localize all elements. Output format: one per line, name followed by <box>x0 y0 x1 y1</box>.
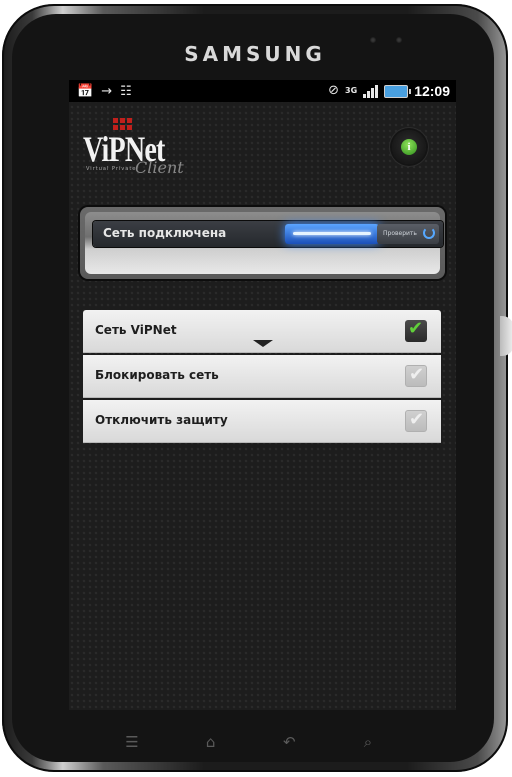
hardware-nav-bar: ☰ ⌂ ↶ ⌕ <box>120 730 380 754</box>
network-3g-icon: 3G <box>345 86 358 95</box>
check-icon: ✔ <box>409 364 425 385</box>
check-connection-label: Проверить <box>383 230 417 237</box>
usb-icon: → <box>101 84 113 99</box>
setting-label: Блокировать сеть <box>95 368 219 382</box>
logo-subtext: Virtual Private <box>86 166 137 172</box>
check-icon: ✔ <box>408 318 424 339</box>
expand-arrow-icon[interactable] <box>253 340 273 347</box>
vipnet-logo: ViPNet Virtual Private Client <box>83 118 193 178</box>
status-bar: 📅 → ☷ ⊘ 3G 12:09 <box>69 80 456 102</box>
setting-label: Отключить защиту <box>95 413 228 427</box>
debug-icon: ☷ <box>120 84 132 99</box>
menu-icon[interactable]: ☰ <box>120 733 144 751</box>
connection-panel-inner: Сеть подключена Проверить <box>85 212 443 274</box>
refresh-icon <box>423 227 435 239</box>
side-button <box>500 316 512 356</box>
connection-panel: Сеть подключена Проверить <box>80 207 445 279</box>
setting-disable-protection[interactable]: Отключить защиту ✔ <box>83 400 441 443</box>
setting-vipnet-network[interactable]: Сеть ViPNet ✔ <box>83 310 441 353</box>
back-icon[interactable]: ↶ <box>277 733 301 751</box>
home-icon[interactable]: ⌂ <box>199 733 223 751</box>
battery-icon <box>384 84 412 98</box>
check-icon: ✔ <box>409 409 425 430</box>
search-icon[interactable]: ⌕ <box>356 733 380 751</box>
info-button[interactable]: i <box>392 130 426 164</box>
logo-client-text: Client <box>135 158 184 177</box>
sync-icon: ⊘ <box>328 83 340 98</box>
device-brand-label: SAMSUNG <box>184 42 326 66</box>
connection-indicator <box>285 224 379 244</box>
front-sensor <box>370 37 376 43</box>
signal-icon <box>363 84 379 98</box>
check-connection-button[interactable]: Проверить <box>377 224 439 244</box>
calendar-icon: 📅 <box>77 84 94 99</box>
setting-label: Сеть ViPNet <box>95 323 177 337</box>
setting-checkbox[interactable]: ✔ <box>405 364 427 387</box>
front-camera <box>396 37 402 43</box>
info-icon: i <box>401 139 417 155</box>
setting-checkbox[interactable]: ✔ <box>405 409 427 432</box>
status-time: 12:09 <box>414 83 450 99</box>
device-screen: 📅 → ☷ ⊘ 3G 12:09 ViPNet Virtual Private … <box>69 80 456 710</box>
setting-block-network[interactable]: Блокировать сеть ✔ <box>83 355 441 398</box>
settings-list: Сеть ViPNet ✔ Блокировать сеть ✔ Отключи… <box>83 310 441 445</box>
connection-status-bar: Сеть подключена Проверить <box>93 221 443 247</box>
setting-checkbox[interactable]: ✔ <box>405 318 427 342</box>
connection-status-label: Сеть подключена <box>103 226 227 240</box>
